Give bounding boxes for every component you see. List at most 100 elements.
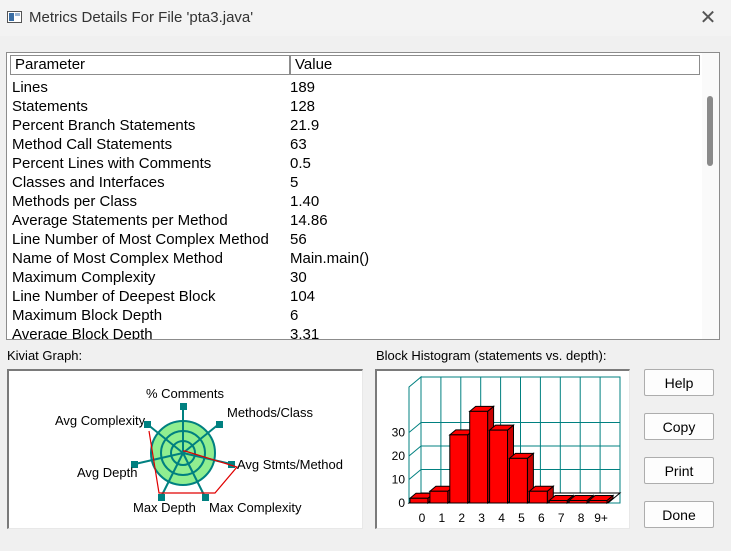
block-histogram-label: Block Histogram (statements vs. depth):	[376, 348, 607, 363]
value-cell: 21.9	[290, 117, 320, 134]
x-tick-label: 7	[558, 511, 565, 525]
close-icon[interactable]: ✕	[695, 5, 721, 31]
x-tick-label: 3	[478, 511, 485, 525]
kiviat-graph: % Comments Methods/Class Avg Stmts/Metho…	[55, 386, 343, 515]
x-tick-label: 2	[458, 511, 465, 525]
table-row[interactable]: Classes and Interfaces 5	[12, 173, 702, 192]
metrics-rows: Lines 189 Statements 128 Percent Branch Stat…	[12, 78, 702, 340]
table-row[interactable]: Method Call Statements 63	[12, 135, 702, 154]
table-row[interactable]: Statements 128	[12, 97, 702, 116]
x-tick-label: 0	[419, 511, 426, 525]
axis-label-methods-class: Methods/Class	[227, 405, 313, 420]
x-tick-label: 9+	[594, 511, 608, 525]
window-title: Metrics Details For File 'pta3.java'	[29, 9, 254, 26]
value-cell: 30	[290, 269, 307, 286]
column-header-value[interactable]: Value	[290, 55, 700, 75]
table-row[interactable]: Percent Lines with Comments 0.5	[12, 154, 702, 173]
block-histogram: 01020300 1 2 3 4 5 6 7 8 9+	[392, 375, 622, 525]
copy-button[interactable]: Copy	[644, 413, 714, 440]
histogram-grid-line	[408, 469, 422, 480]
value-cell: 6	[290, 307, 299, 324]
title-bar: Metrics Details For File 'pta3.java' ✕	[0, 0, 731, 36]
metrics-table: Parameter Value Lines 189 Statements 128 Per…	[6, 52, 720, 340]
value-cell: 3.31	[290, 326, 320, 340]
parameter-cell: Maximum Block Depth	[12, 307, 163, 324]
x-tick-label: 1	[439, 511, 446, 525]
parameter-cell: Statements	[12, 98, 88, 115]
value-cell: 189	[290, 79, 316, 96]
value-cell: 104	[290, 288, 316, 305]
table-row[interactable]: Line Number of Most Complex Method 56	[12, 230, 702, 249]
print-button[interactable]: Print	[644, 457, 714, 484]
kiviat-graph-panel: % Comments Methods/Class Avg Stmts/Metho…	[7, 369, 363, 529]
histogram-bar	[489, 429, 508, 504]
table-row[interactable]: Lines 189	[12, 78, 702, 97]
histogram-bar	[509, 457, 528, 504]
vertical-scrollbar[interactable]	[702, 53, 719, 339]
value-cell: 5	[290, 174, 299, 191]
table-row[interactable]: Name of Most Complex Method Main.main()	[12, 249, 702, 268]
column-header-parameter[interactable]: Parameter	[10, 55, 290, 75]
done-button[interactable]: Done	[644, 501, 714, 528]
histogram-bar	[449, 434, 469, 504]
value-cell: 1.40	[290, 193, 320, 210]
parameter-cell: Average Statements per Method	[12, 212, 228, 229]
value-cell: 0.5	[290, 155, 311, 172]
kiviat-graph-label: Kiviat Graph:	[7, 348, 83, 363]
histogram-grid-line	[408, 422, 422, 433]
y-tick-label: 30	[392, 426, 406, 440]
kiviat-point	[202, 494, 209, 501]
value-cell: 128	[290, 98, 316, 115]
x-tick-label: 6	[538, 511, 545, 525]
kiviat-point	[144, 421, 151, 428]
table-row[interactable]: Line Number of Deepest Block 104	[12, 287, 702, 306]
kiviat-point	[180, 403, 187, 410]
help-button[interactable]: Help	[644, 369, 714, 396]
app-icon	[7, 11, 22, 23]
parameter-cell: Average Block Depth	[12, 326, 153, 340]
parameter-cell: Line Number of Most Complex Method	[12, 231, 269, 248]
parameter-cell: Lines	[12, 79, 48, 96]
y-tick-label: 20	[392, 449, 406, 463]
block-histogram-panel: 0 10 20 30 0 1 2 3 4 5 6 7 8 9+	[375, 369, 630, 529]
x-tick-label: 5	[518, 511, 525, 525]
y-tick-label: 10	[392, 473, 406, 487]
parameter-cell: Line Number of Deepest Block	[12, 288, 216, 305]
x-tick-label: 8	[578, 511, 585, 525]
parameter-cell: Percent Lines with Comments	[12, 155, 212, 172]
table-row[interactable]: Maximum Block Depth 6	[12, 306, 702, 325]
value-cell: Main.main()	[290, 250, 370, 267]
axis-label-avg-depth: Avg Depth	[77, 465, 137, 480]
x-tick-label: 4	[498, 511, 505, 525]
y-tick-label: 0	[398, 496, 405, 510]
histogram-side-wall	[408, 375, 422, 505]
axis-label-max-complexity: Max Complexity	[209, 500, 302, 515]
axis-label-avg-complexity: Avg Complexity	[55, 413, 146, 428]
kiviat-point	[216, 421, 223, 428]
histogram-bar	[588, 500, 608, 504]
histogram-bar	[548, 500, 568, 504]
histogram-bar	[409, 497, 429, 504]
histogram-bar	[528, 490, 548, 504]
value-cell: 63	[290, 136, 307, 153]
histogram-bar	[469, 410, 489, 504]
table-row[interactable]: Average Block Depth 3.31	[12, 325, 702, 340]
parameter-cell: Maximum Complexity	[12, 269, 156, 286]
parameter-cell: Classes and Interfaces	[12, 174, 165, 191]
histogram-bar	[568, 500, 588, 504]
scrollbar-thumb[interactable]	[707, 96, 713, 166]
table-row[interactable]: Methods per Class 1.40	[12, 192, 702, 211]
value-cell: 14.86	[290, 212, 328, 229]
axis-label-avg-stmts: Avg Stmts/Method	[237, 457, 343, 472]
table-row[interactable]: Average Statements per Method 14.86	[12, 211, 702, 230]
value-cell: 56	[290, 231, 307, 248]
parameter-cell: Name of Most Complex Method	[12, 250, 223, 267]
parameter-cell: Method Call Statements	[12, 136, 173, 153]
table-row[interactable]: Percent Branch Statements 21.9	[12, 116, 702, 135]
parameter-cell: Methods per Class	[12, 193, 138, 210]
histogram-grid-line	[408, 445, 422, 457]
histogram-bar	[429, 490, 449, 504]
axis-label-comments: % Comments	[146, 386, 225, 401]
parameter-cell: Percent Branch Statements	[12, 117, 196, 134]
table-row[interactable]: Maximum Complexity 30	[12, 268, 702, 287]
